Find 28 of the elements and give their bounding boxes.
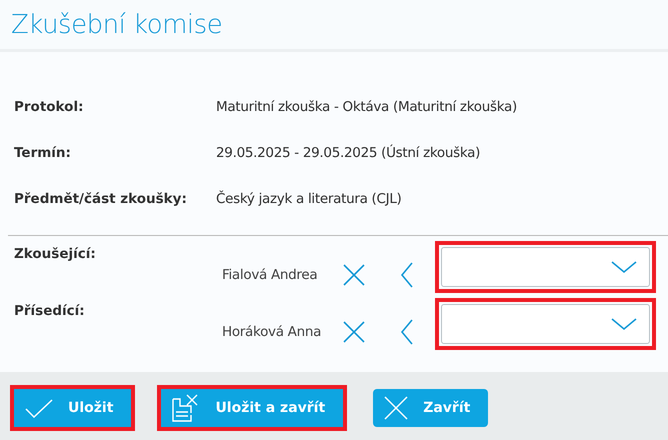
chevron-down-icon xyxy=(611,317,637,331)
field-value: Český jazyk a literatura (CJL) xyxy=(216,191,402,207)
member-select[interactable] xyxy=(441,247,650,287)
field-value: Maturitní zkouška - Oktáva (Maturitní zkouška) xyxy=(216,99,517,115)
member-name: Horáková Anna xyxy=(222,324,322,340)
close-icon xyxy=(383,395,410,421)
dialog-title: Zkušební komise xyxy=(11,10,222,40)
action-button[interactable]: Uložit a zavřít xyxy=(161,389,344,427)
chevron-left-icon xyxy=(400,318,414,344)
member-select[interactable] xyxy=(441,304,650,344)
field-label: Přísedící: xyxy=(14,302,86,321)
remove-button[interactable] xyxy=(342,262,366,286)
action-button[interactable]: Zavřít xyxy=(373,389,488,427)
field-label: Zkoušející: xyxy=(14,245,97,264)
close-icon xyxy=(342,320,366,344)
action-button[interactable]: Uložit xyxy=(14,389,132,427)
chevron-left-icon xyxy=(400,262,414,288)
move-left-button[interactable] xyxy=(400,262,414,288)
remove-button[interactable] xyxy=(342,320,366,344)
field-label: Termín: xyxy=(14,145,72,161)
close-icon xyxy=(342,262,366,286)
move-left-button[interactable] xyxy=(400,318,414,344)
field-label: Protokol: xyxy=(14,99,84,115)
check-icon xyxy=(24,398,54,418)
chevron-down-icon xyxy=(611,260,637,274)
member-name: Fialová Andrea xyxy=(222,266,318,282)
field-label: Předmět/část zkoušky: xyxy=(14,191,188,207)
field-value: 29.05.2025 - 29.05.2025 (Ústní zkouška) xyxy=(216,145,480,161)
